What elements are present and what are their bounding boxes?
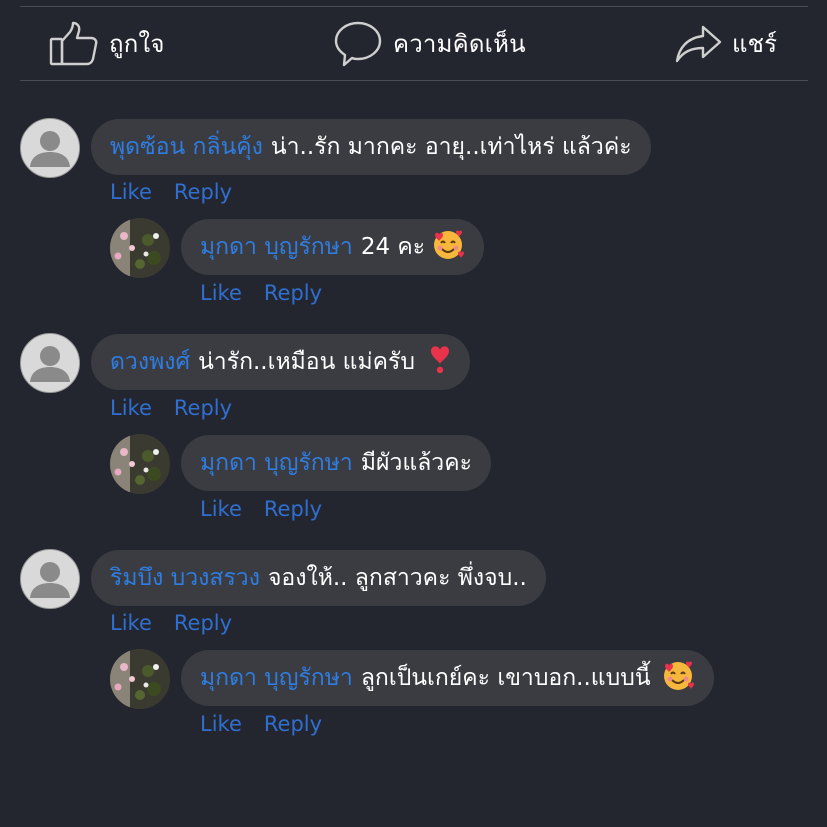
comment-like-link[interactable]: Like	[110, 396, 152, 420]
reply-like-link[interactable]: Like	[200, 497, 242, 521]
default-avatar-icon[interactable]	[20, 549, 80, 609]
comment-text: จองให้.. ลูกสาวคะ พึ่งจบ..	[267, 565, 527, 591]
flower-photo-avatar[interactable]	[110, 434, 170, 494]
comment-reply-link[interactable]: Reply	[174, 180, 232, 204]
reply-author[interactable]: มุกดา บุญรักษา	[200, 229, 353, 265]
comment-text: น่า..รัก มากคะ อายุ..เท่าไหร่ แล้วค่ะ	[270, 134, 632, 160]
like-label: ถูกใจ	[109, 30, 165, 58]
comment-like-link[interactable]: Like	[110, 611, 152, 635]
speech-bubble-icon	[333, 20, 383, 68]
smiling-face-with-hearts-icon	[661, 658, 695, 698]
default-avatar-icon[interactable]	[20, 118, 80, 178]
bottom-divider	[20, 80, 808, 81]
reply-bubble: มุกดา บุญรักษา ลูกเป็นเกย์คะ เขาบอก..แบบ…	[181, 650, 714, 706]
reply-reply-link[interactable]: Reply	[264, 712, 322, 736]
like-button[interactable]: ถูกใจ	[49, 7, 165, 80]
reply-author[interactable]: มุกดา บุญรักษา	[200, 660, 353, 696]
thumbs-up-icon	[49, 21, 99, 67]
share-label: แชร์	[732, 30, 778, 58]
default-avatar-icon[interactable]	[20, 333, 80, 393]
reply-bubble: มุกดา บุญรักษา มีผัวแล้วคะ	[181, 435, 491, 491]
flower-photo-avatar[interactable]	[110, 649, 170, 709]
comment-author[interactable]: พุดซ้อน กลิ่นคุ้ง	[110, 129, 263, 165]
comment-bubble: ดวงพงศ์ น่ารัก..เหมือน แม่ครับ	[91, 334, 470, 390]
comment-button[interactable]: ความคิดเห็น	[333, 7, 526, 80]
comment-reply-link[interactable]: Reply	[174, 611, 232, 635]
reply-text: 24 คะ	[360, 234, 426, 260]
reply-bubble: มุกดา บุญรักษา 24 คะ	[181, 219, 485, 275]
comment-author[interactable]: ริมบึง บวงสรวง	[110, 560, 260, 596]
reply-reply-link[interactable]: Reply	[264, 281, 322, 305]
comment-text: น่ารัก..เหมือน แม่ครับ	[198, 349, 415, 375]
comment-author[interactable]: ดวงพงศ์	[110, 344, 190, 380]
comment-label: ความคิดเห็น	[393, 30, 526, 58]
share-button[interactable]: แชร์	[674, 7, 777, 80]
share-arrow-icon	[674, 23, 722, 65]
comment-bubble: ริมบึง บวงสรวง จองให้.. ลูกสาวคะ พึ่งจบ.…	[91, 550, 546, 606]
comment-bubble: พุดซ้อน กลิ่นคุ้ง น่า..รัก มากคะ อายุ..เ…	[91, 119, 651, 175]
comment-like-link[interactable]: Like	[110, 180, 152, 204]
reply-author[interactable]: มุกดา บุญรักษา	[200, 445, 353, 481]
heart-exclamation-icon	[429, 343, 451, 381]
post-action-bar: ถูกใจ ความคิดเห็น แชร์	[0, 7, 827, 80]
comment-reply-link[interactable]: Reply	[174, 396, 232, 420]
reply-like-link[interactable]: Like	[200, 281, 242, 305]
reply-like-link[interactable]: Like	[200, 712, 242, 736]
smiling-face-with-hearts-icon	[431, 227, 465, 267]
reply-reply-link[interactable]: Reply	[264, 497, 322, 521]
reply-text: มีผัวแล้วคะ	[360, 450, 472, 476]
reply-text: ลูกเป็นเกย์คะ เขาบอก..แบบนี้	[360, 665, 651, 691]
flower-photo-avatar[interactable]	[110, 218, 170, 278]
